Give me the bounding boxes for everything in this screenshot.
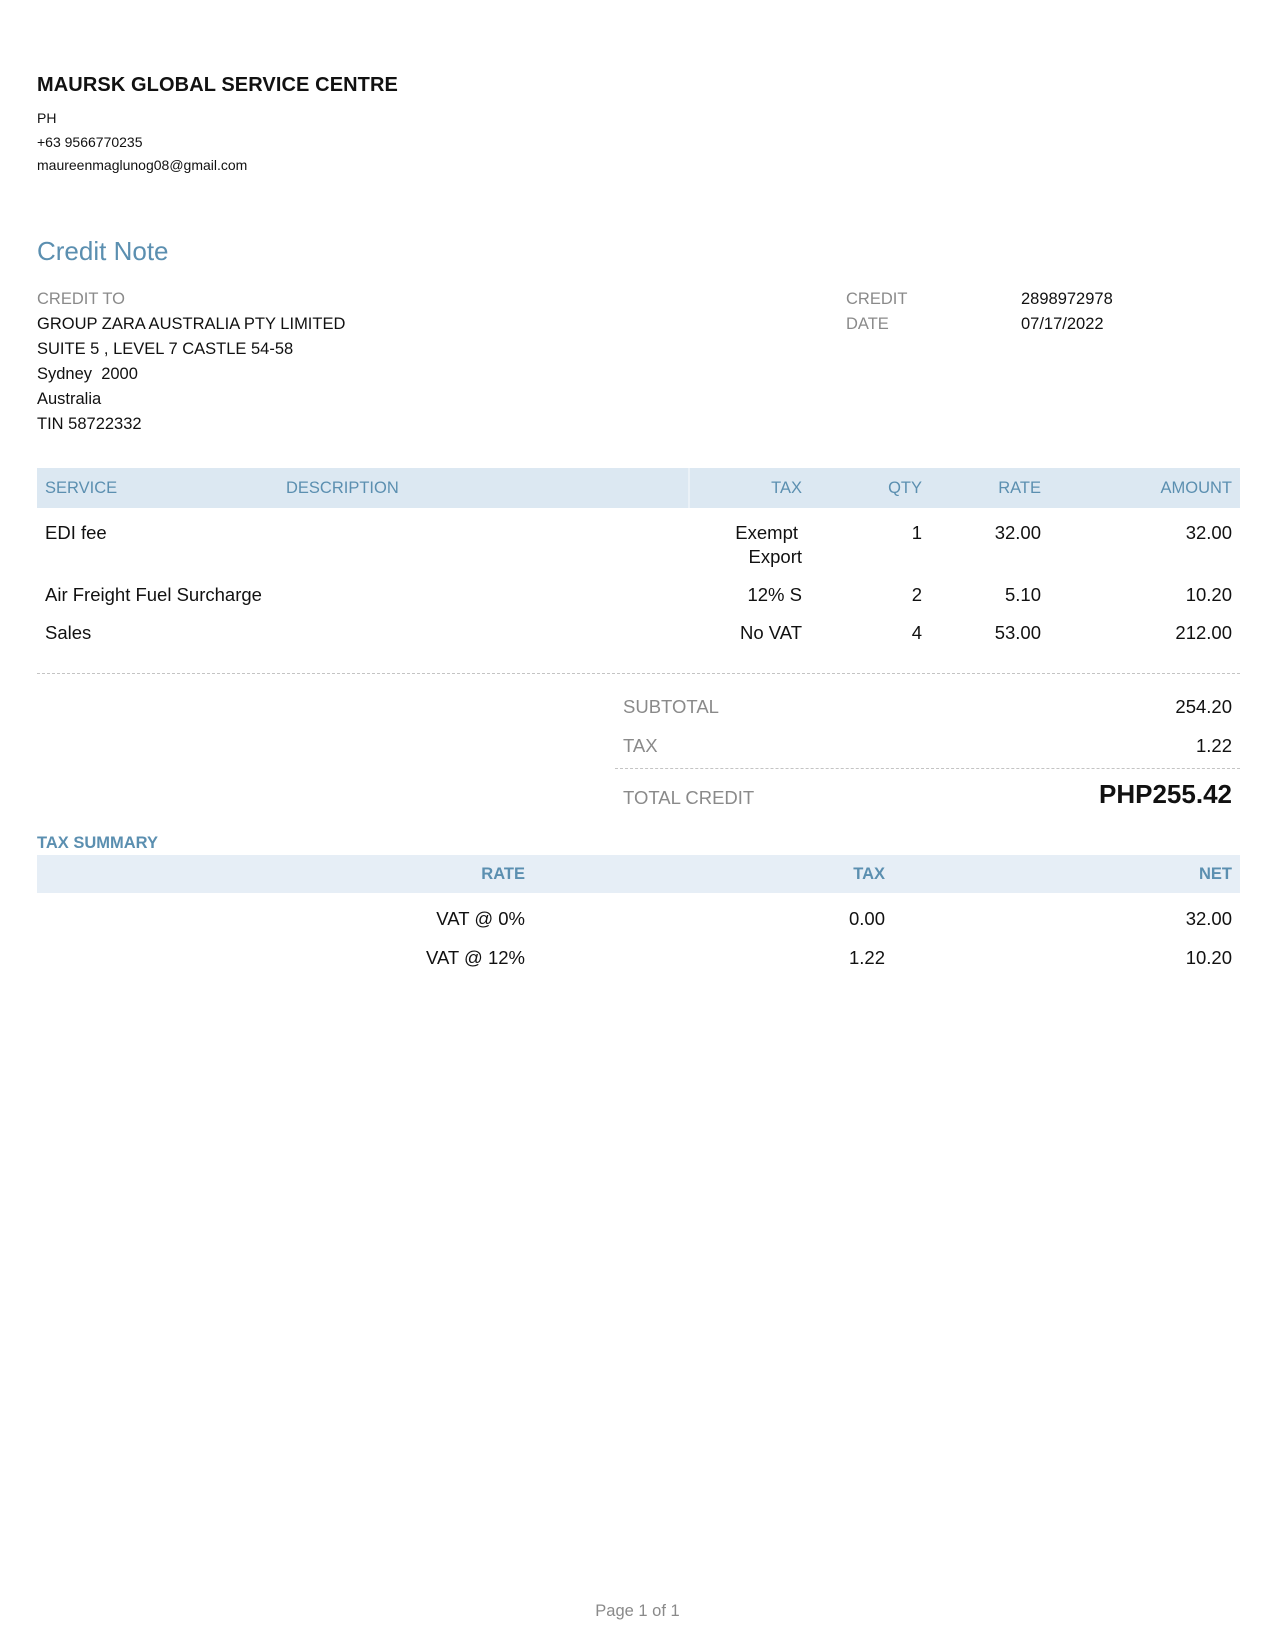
company-name: MAURSK GLOBAL SERVICE CENTRE — [37, 74, 398, 96]
credit-date-label: DATE — [846, 315, 889, 333]
items-header-row: SERVICE DESCRIPTION TAX QTY RATE AMOUNT — [37, 468, 1240, 508]
tax-total-row: TAX 1.22 — [615, 727, 1240, 766]
header-qty: QTY — [888, 478, 922, 497]
row-rate: 5.10 — [1004, 584, 1041, 605]
header-tax: TAX — [771, 478, 802, 497]
company-phone: +63 9566770235 — [37, 133, 143, 150]
row-service: Air Freight Fuel Surcharge — [45, 584, 262, 605]
row-amount: 32.00 — [1185, 522, 1232, 543]
header-service: SERVICE — [45, 478, 118, 497]
row-service: Sales — [45, 622, 92, 643]
table-row: VAT @ 12% 1.22 10.20 — [37, 939, 1240, 978]
credit-to-line: SUITE 5 , LEVEL 7 CASTLE 54-58 — [37, 340, 294, 358]
header-divider — [688, 468, 690, 508]
row-qty: 4 — [911, 622, 922, 643]
tax-total-label: TAX — [623, 735, 658, 756]
items-table: SERVICE DESCRIPTION TAX QTY RATE AMOUNT … — [37, 468, 1240, 674]
row-tax: 12% S — [747, 584, 802, 605]
subtotal-row: SUBTOTAL 254.20 — [615, 688, 1240, 727]
credit-number-value: 2898972978 — [1021, 290, 1113, 308]
company-country: PH — [37, 110, 57, 126]
totals-block: SUBTOTAL 254.20 TAX 1.22 TOTAL CREDIT PH… — [615, 688, 1240, 819]
row-qty: 1 — [911, 522, 922, 543]
row-rate: 53.00 — [994, 622, 1041, 643]
tax-summary-header-tax: TAX — [853, 865, 885, 883]
tax-summary-header-row: RATE TAX NET — [37, 855, 1240, 893]
credit-date-value: 07/17/2022 — [1021, 315, 1104, 333]
credit-to-line: TIN 58722332 — [37, 415, 142, 433]
tax-summary-header-net: NET — [1199, 865, 1232, 883]
credit-number-label: CREDIT — [846, 290, 908, 308]
subtotal-label: SUBTOTAL — [623, 696, 719, 717]
tax-summary-header-rate: RATE — [481, 865, 525, 883]
row-tax-line: Exempt — [735, 522, 798, 543]
row-rate: 32.00 — [994, 522, 1041, 543]
table-row: VAT @ 0% 0.00 32.00 — [37, 900, 1240, 939]
tax-summary-net: 10.20 — [1185, 947, 1232, 968]
tax-summary-tax: 0.00 — [848, 908, 885, 929]
header-rate: RATE — [998, 478, 1041, 497]
tax-summary-rate: VAT @ 0% — [436, 908, 525, 929]
header-description: DESCRIPTION — [286, 478, 399, 497]
table-row: EDI fee Exempt Export 1 32.00 32.00 — [37, 521, 1240, 583]
total-credit-value: PHP255.42 — [1099, 779, 1232, 809]
total-credit-row: TOTAL CREDIT PHP255.42 — [615, 769, 1240, 819]
credit-to-line: Sydney 2000 — [37, 365, 138, 383]
document-title: Credit Note — [37, 236, 169, 266]
credit-to-block: CREDIT TO GROUP ZARA AUSTRALIA PTY LIMIT… — [37, 287, 345, 437]
header-amount: AMOUNT — [1160, 478, 1233, 497]
credit-to-label: CREDIT TO — [37, 290, 126, 308]
tax-summary-table: RATE TAX NET VAT @ 0% 0.00 32.00 VAT @ 1… — [37, 855, 1240, 978]
company-header: MAURSK GLOBAL SERVICE CENTRE PH +63 9566… — [37, 74, 637, 178]
credit-meta: CREDIT 2898972978 DATE 07/17/2022 — [846, 287, 1113, 337]
tax-summary-tax: 1.22 — [848, 947, 885, 968]
row-tax: No VAT — [739, 622, 802, 643]
company-email: maureenmaglunog08@gmail.com — [37, 157, 248, 173]
table-row: Air Freight Fuel Surcharge 12% S 2 5.10 … — [37, 583, 1240, 621]
tax-summary-title: TAX SUMMARY — [37, 834, 158, 852]
row-tax-line: Export — [748, 546, 802, 567]
total-credit-label: TOTAL CREDIT — [623, 787, 755, 808]
credit-date-row: DATE 07/17/2022 — [846, 312, 1113, 337]
subtotal-value: 254.20 — [1175, 696, 1232, 717]
credit-to-line: Australia — [37, 390, 102, 408]
row-service: EDI fee — [45, 522, 107, 543]
row-amount: 212.00 — [1175, 622, 1232, 643]
table-row: Sales No VAT 4 53.00 212.00 — [37, 621, 1240, 661]
items-divider — [37, 673, 1240, 674]
credit-number-row: CREDIT 2898972978 — [846, 287, 1113, 312]
row-amount: 10.20 — [1185, 584, 1232, 605]
tax-summary-rate: VAT @ 12% — [426, 947, 525, 968]
credit-to-line: GROUP ZARA AUSTRALIA PTY LIMITED — [37, 315, 346, 333]
row-tax: Exempt Export — [735, 521, 802, 569]
tax-total-value: 1.22 — [1195, 735, 1232, 756]
row-qty: 2 — [911, 584, 922, 605]
tax-summary-net: 32.00 — [1185, 908, 1232, 929]
page-footer: Page 1 of 1 — [595, 1602, 680, 1620]
